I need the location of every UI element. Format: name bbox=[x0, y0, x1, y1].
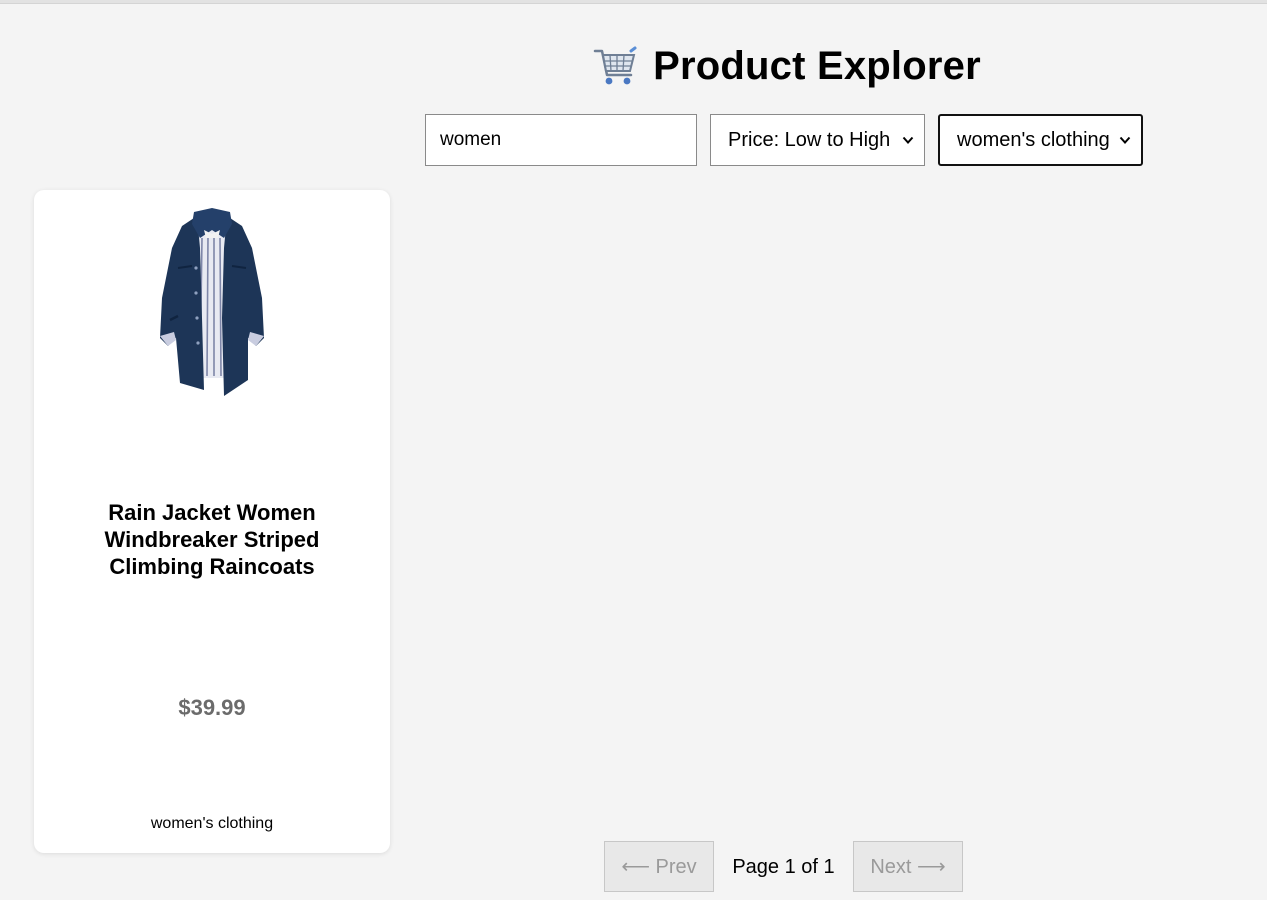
product-image bbox=[160, 208, 264, 396]
sort-select[interactable]: Price: Low to High bbox=[710, 114, 925, 166]
product-price: $39.99 bbox=[178, 695, 246, 720]
page-header: Product Explorer bbox=[0, 40, 1267, 92]
page-title: Product Explorer bbox=[653, 43, 981, 88]
shopping-cart-icon bbox=[593, 46, 637, 85]
product-title[interactable]: Rain Jacket Women Windbreaker Striped Cl… bbox=[64, 499, 360, 580]
next-page-button[interactable]: Next ⟶ bbox=[853, 841, 963, 892]
page-indicator: Page 1 of 1 bbox=[732, 856, 835, 878]
filter-controls: Price: Low to High women's clothing bbox=[425, 114, 1143, 166]
category-select[interactable]: women's clothing bbox=[938, 114, 1143, 166]
product-card[interactable]: Rain Jacket Women Windbreaker Striped Cl… bbox=[34, 190, 390, 853]
sort-select-value: Price: Low to High bbox=[728, 128, 891, 151]
search-input[interactable] bbox=[425, 114, 697, 166]
chevron-down-icon bbox=[1119, 136, 1131, 144]
product-category: women's clothing bbox=[150, 815, 274, 832]
chevron-down-icon bbox=[902, 136, 914, 144]
top-border bbox=[0, 0, 1267, 4]
category-select-value: women's clothing bbox=[957, 128, 1110, 151]
prev-page-button[interactable]: ⟵ Prev bbox=[604, 841, 714, 892]
